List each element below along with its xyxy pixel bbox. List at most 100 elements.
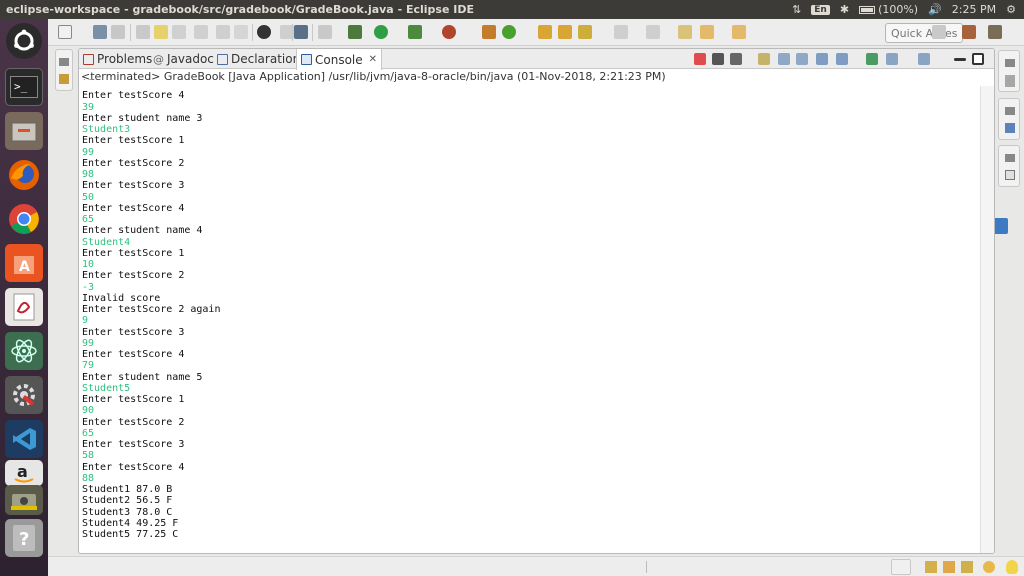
save-all-icon[interactable] <box>111 25 125 39</box>
new-class-icon[interactable] <box>502 25 516 39</box>
network-arrows-icon[interactable]: ⇅ <box>792 3 801 16</box>
outline-icon[interactable] <box>1005 123 1015 133</box>
tab-console[interactable]: Console ✕ <box>296 49 383 70</box>
console-output-line: Enter student name 3 <box>82 112 203 124</box>
vertical-scrollbar[interactable] <box>980 86 994 553</box>
back-icon[interactable] <box>700 25 714 39</box>
forward-icon[interactable] <box>732 25 746 39</box>
help-icon[interactable]: ? <box>5 519 43 557</box>
restore-icon[interactable] <box>1005 59 1015 67</box>
atom-icon[interactable] <box>5 332 43 370</box>
edit-icon[interactable] <box>154 25 168 39</box>
console-input-line: 65 <box>82 214 95 225</box>
system-settings-icon[interactable] <box>5 376 43 414</box>
right-minimized-stack-3 <box>998 145 1020 187</box>
amazon-icon[interactable]: a <box>5 460 43 486</box>
search-icon[interactable] <box>578 25 592 39</box>
status-separator <box>646 561 647 573</box>
coverage-icon[interactable] <box>408 25 422 39</box>
open-task-icon[interactable] <box>558 25 572 39</box>
previous-annotation-icon[interactable] <box>646 25 660 39</box>
restore-icon[interactable] <box>59 58 69 66</box>
bluetooth-icon[interactable]: ✱ <box>840 3 849 16</box>
remove-all-launches-icon[interactable] <box>730 53 742 65</box>
show-on-output-icon[interactable] <box>816 53 828 65</box>
debug-profile-icon[interactable] <box>257 25 271 39</box>
quick-access-input[interactable] <box>885 23 963 43</box>
software-center-icon[interactable]: A <box>5 244 43 282</box>
pin-icon[interactable] <box>136 25 150 39</box>
console-input-line: 9 <box>82 315 89 327</box>
settings-gear-icon[interactable]: ⚙ <box>1006 3 1016 16</box>
debug-icon[interactable] <box>348 25 362 39</box>
disk-icon[interactable] <box>5 485 43 515</box>
maximize-icon[interactable] <box>972 53 984 65</box>
last-edit-location-icon[interactable] <box>678 25 692 39</box>
task-list-icon[interactable] <box>1005 75 1015 87</box>
console-input-line: 71 <box>82 79 977 83</box>
new-file-icon[interactable] <box>58 25 72 39</box>
debug-perspective-icon[interactable] <box>988 25 1002 39</box>
clear-console-icon[interactable] <box>758 53 770 65</box>
restore-icon[interactable] <box>1005 154 1015 162</box>
status-tool-icon[interactable] <box>961 561 973 573</box>
terminal-icon[interactable]: >_ <box>5 68 43 106</box>
restore-icon[interactable] <box>1005 107 1015 115</box>
console-output-line: Enter testScore 2 <box>82 157 185 169</box>
block-selection-icon[interactable] <box>216 25 230 39</box>
tab-javadoc[interactable]: @ Javadoc <box>153 49 214 69</box>
toolbar-separator <box>292 24 293 41</box>
minimize-icon[interactable] <box>954 58 966 61</box>
lightbulb-icon[interactable] <box>1006 560 1018 574</box>
open-perspective-icon[interactable] <box>932 25 946 39</box>
status-tool-icon[interactable] <box>943 561 955 573</box>
document-viewer-icon[interactable] <box>5 288 43 326</box>
console-output-line: Student3 78.0 C <box>82 506 173 518</box>
keyboard-layout-indicator[interactable]: En <box>811 4 830 15</box>
toggle-icon[interactable] <box>194 25 208 39</box>
word-wrap-icon[interactable] <box>796 53 808 65</box>
scroll-lock-icon[interactable] <box>778 53 790 65</box>
skip-breakpoints-icon[interactable] <box>318 25 332 39</box>
pin-console-icon[interactable] <box>866 53 878 65</box>
clock[interactable]: 2:25 PM <box>952 3 996 16</box>
vscode-icon[interactable] <box>5 420 43 458</box>
problems-icon <box>83 53 94 65</box>
show-whitespace-icon[interactable] <box>234 25 248 39</box>
files-icon[interactable] <box>5 112 43 150</box>
open-console-icon[interactable] <box>918 53 930 65</box>
volume-icon[interactable]: 🔊 <box>928 3 942 16</box>
display-console-icon[interactable] <box>886 53 898 65</box>
package-explorer-icon[interactable] <box>59 74 69 84</box>
run-icon[interactable] <box>374 25 388 39</box>
external-tools-icon[interactable] <box>442 25 456 39</box>
tab-declaration[interactable]: Declaration <box>217 49 300 69</box>
toolbar-separator <box>252 24 253 41</box>
terminal-view-icon[interactable] <box>1005 170 1015 180</box>
status-tool-icon[interactable] <box>925 561 937 573</box>
console-input-line: 50 <box>82 191 95 203</box>
close-icon[interactable]: ✕ <box>369 54 377 65</box>
save-icon[interactable] <box>93 25 107 39</box>
ubuntu-dash-icon[interactable] <box>6 23 42 59</box>
open-type-icon[interactable] <box>538 25 552 39</box>
show-on-error-icon[interactable] <box>836 53 848 65</box>
next-annotation-icon[interactable] <box>614 25 628 39</box>
terminate-icon[interactable] <box>694 53 706 65</box>
firefox-icon[interactable] <box>5 156 43 194</box>
console-output-line: Enter testScore 4 <box>82 202 185 214</box>
remove-launch-icon[interactable] <box>712 53 724 65</box>
java-perspective-icon[interactable] <box>962 25 976 39</box>
progress-view-icon[interactable] <box>891 559 911 575</box>
tab-problems[interactable]: Problems <box>83 49 152 69</box>
status-tool-icon[interactable] <box>983 561 995 573</box>
new-java-package-icon[interactable] <box>482 25 496 39</box>
chrome-icon[interactable] <box>5 200 43 238</box>
toolbar-separator <box>130 24 131 41</box>
console-output-line: Enter testScore 4 <box>82 461 185 473</box>
console-output-line: Enter student name 4 <box>82 225 203 237</box>
battery-indicator[interactable]: (100%) <box>859 3 918 16</box>
format-icon[interactable] <box>172 25 186 39</box>
console-output[interactable]: 71Enter testScore 439Enter student name … <box>82 79 977 546</box>
terminal-view-icon[interactable] <box>294 25 308 39</box>
